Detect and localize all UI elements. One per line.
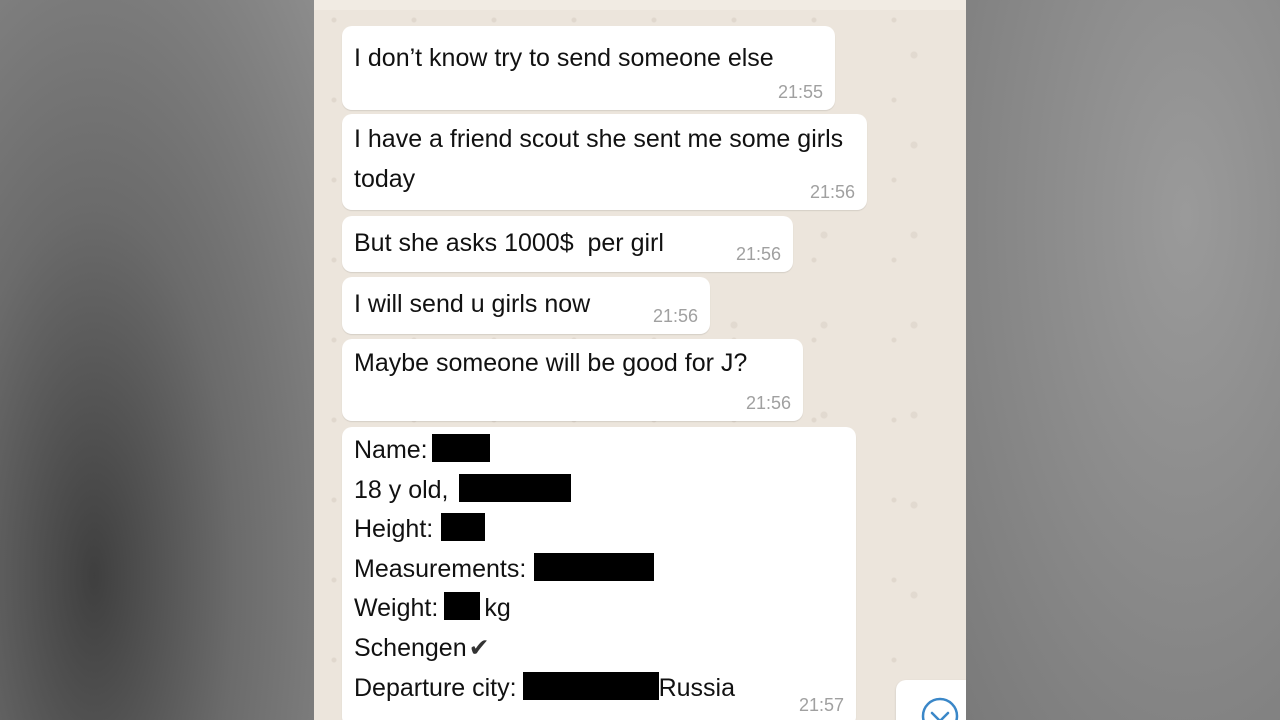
chat-screen[interactable]: I don’t know try to send someone else 21… (314, 0, 966, 720)
height-row: Height: (354, 509, 844, 549)
redaction-bar (441, 513, 486, 542)
scroll-to-bottom-button[interactable] (896, 680, 966, 720)
redaction-bar (444, 592, 481, 621)
message-text: But she asks 1000$ per girl (354, 229, 664, 257)
departure-row: Departure city: Russia (354, 668, 844, 708)
age-label: 18 y old, (354, 475, 449, 504)
redaction-bar (522, 671, 659, 700)
chevron-down-icon (921, 697, 959, 720)
measurements-row: Measurements: (354, 549, 844, 589)
chat-header-edge (314, 0, 966, 10)
name-label: Name: (354, 436, 428, 464)
message-time: 21:55 (777, 82, 823, 102)
message-bubble[interactable]: But she asks 1000$ per girl 21:56 (342, 216, 793, 272)
message-bubble[interactable]: I have a friend scout she sent me some g… (342, 114, 867, 210)
message-text: I have a friend scout she sent me some g… (354, 125, 851, 193)
message-time: 21:56 (745, 393, 791, 413)
message-bubble[interactable]: I don’t know try to send someone else 21… (342, 26, 835, 110)
message-text: I don’t know try to send someone else (354, 44, 774, 72)
departure-label: Departure city: (354, 673, 517, 702)
age-row: 18 y old, (354, 470, 844, 510)
profile-message-bubble[interactable]: Name: 18 y old, Height: Measurements: We… (342, 427, 856, 720)
message-time: 21:56 (652, 306, 698, 326)
redaction-bar (534, 552, 655, 581)
redaction-bar (431, 434, 490, 462)
redaction-bar (458, 473, 571, 502)
blurred-background-left (0, 0, 314, 720)
checkmark-icon: ✔ (468, 633, 490, 662)
message-text: I will send u girls now (354, 290, 591, 318)
message-time: 21:57 (798, 695, 844, 715)
measurements-label: Measurements: (354, 554, 527, 583)
message-time: 21:56 (809, 182, 855, 202)
schengen-label: Schengen (354, 633, 467, 662)
message-text: Maybe someone will be good for J? (354, 349, 748, 377)
departure-country: Russia (658, 673, 735, 702)
height-label: Height: (354, 515, 434, 544)
weight-row: Weight: kg (354, 588, 844, 628)
message-time: 21:56 (735, 244, 781, 264)
name-row: Name: (354, 430, 844, 470)
message-bubble[interactable]: Maybe someone will be good for J? 21:56 (342, 339, 803, 421)
message-bubble[interactable]: I will send u girls now 21:56 (342, 277, 710, 334)
schengen-row: Schengen✔ (354, 628, 844, 668)
blurred-background-right (966, 0, 1280, 720)
weight-label: Weight: (354, 594, 439, 623)
weight-unit: kg (484, 594, 511, 623)
